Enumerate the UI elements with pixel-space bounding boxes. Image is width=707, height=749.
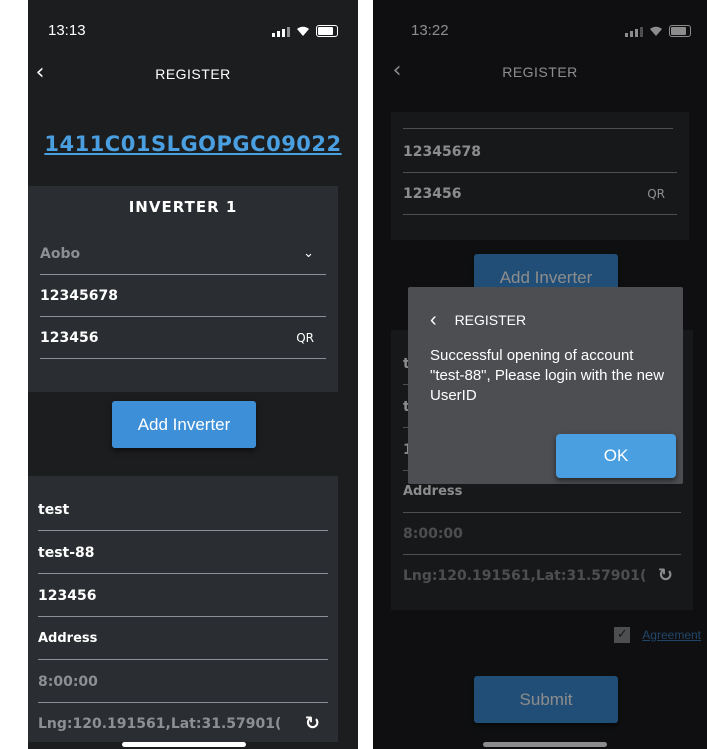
- inverter-card: INVERTER 1 Aobo ⌄ 12345678 123456 QR: [28, 186, 338, 392]
- inverter-code-value: 123456: [40, 330, 99, 346]
- brand-select[interactable]: Aobo ⌄: [40, 234, 326, 275]
- success-dialog: ‹ REGISTER Successful opening of account…: [408, 287, 683, 484]
- wifi-icon: [297, 26, 309, 36]
- location-value: Lng:120.191561,Lat:31.57901(: [38, 716, 282, 732]
- battery-icon: [316, 25, 338, 37]
- username-field[interactable]: test: [38, 490, 328, 531]
- home-indicator: [122, 742, 246, 747]
- brand-value: Aobo: [40, 246, 81, 262]
- add-inverter-button[interactable]: Add Inverter: [112, 401, 256, 448]
- status-time: 13:13: [48, 22, 86, 39]
- timezone-field[interactable]: 8:00:00: [38, 662, 328, 703]
- location-field[interactable]: Lng:120.191561,Lat:31.57901( ↻: [38, 704, 328, 744]
- inverter-code-field[interactable]: 123456 QR: [40, 318, 326, 359]
- dialog-title: REGISTER: [454, 312, 527, 328]
- account-id-field[interactable]: test-88: [38, 533, 328, 574]
- nav-bar: ‹ REGISTER: [28, 62, 358, 86]
- dialog-message: Successful opening of account "test-88",…: [430, 347, 665, 404]
- page-title: REGISTER: [155, 66, 231, 82]
- back-chevron-icon[interactable]: ‹: [28, 62, 52, 86]
- refresh-icon[interactable]: ↻: [305, 704, 320, 744]
- password-field[interactable]: 123456: [38, 576, 328, 617]
- left-phone-screen: 13:13 ‹ REGISTER 1411C01SLGOPGC09022 INV…: [28, 0, 358, 749]
- qr-button[interactable]: QR: [296, 318, 314, 358]
- back-chevron-icon[interactable]: ‹: [430, 309, 437, 331]
- address-field[interactable]: Address: [38, 619, 328, 660]
- serial-number-link[interactable]: 1411C01SLGOPGC09022: [28, 132, 358, 156]
- account-card: test test-88 123456 Address 8:00:00 Lng:…: [28, 476, 338, 742]
- right-phone-screen: 13:22 ‹ REGISTER 12345678 123456 QR Add …: [373, 0, 707, 749]
- ok-button[interactable]: OK: [556, 434, 676, 478]
- inverter-serial-field[interactable]: 12345678: [40, 276, 326, 317]
- status-bar: 13:13: [28, 22, 358, 42]
- dialog-header: ‹ REGISTER: [430, 309, 526, 330]
- inverter-heading: INVERTER 1: [128, 198, 238, 216]
- chevron-down-icon: ⌄: [303, 246, 314, 261]
- signal-icon: [272, 25, 290, 37]
